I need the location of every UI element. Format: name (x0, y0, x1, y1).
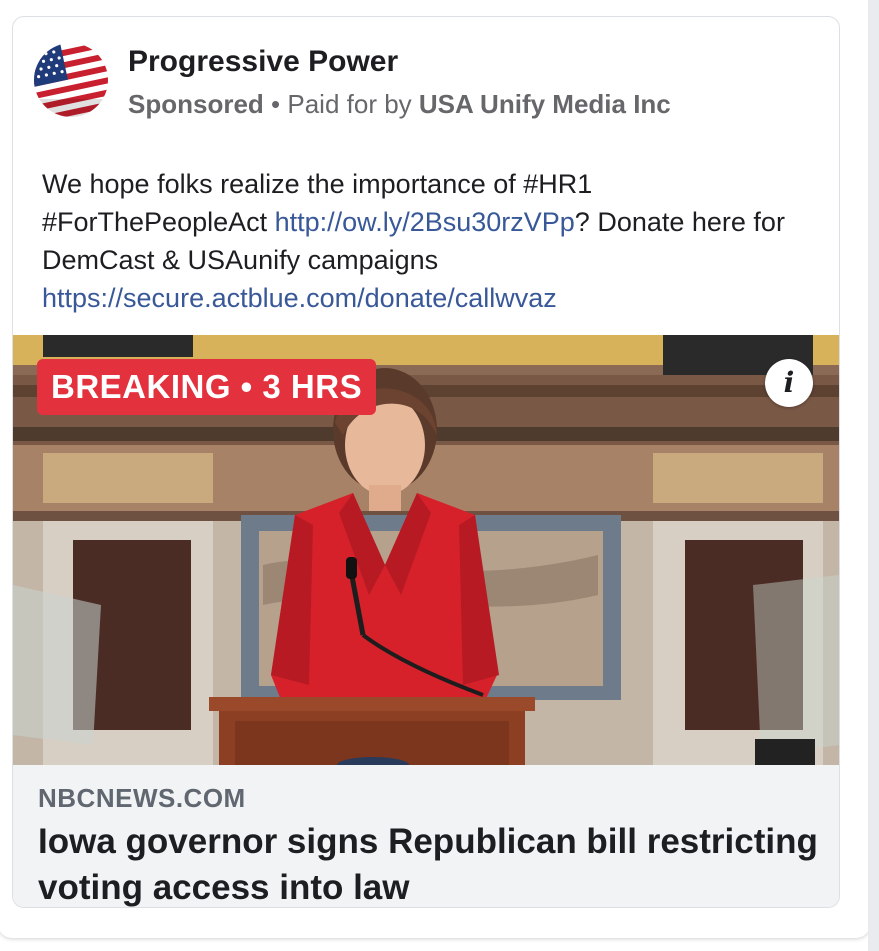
sponsored-post-card: Progressive Power Sponsored • Paid for b… (12, 16, 840, 908)
post-text: We hope folks realize the importance of … (42, 165, 822, 317)
post-meta: Sponsored • Paid for by USA Unify Media … (128, 89, 671, 120)
flag-avatar-icon[interactable] (34, 43, 108, 117)
link-preview[interactable]: NBCNEWS.COM Iowa governor signs Republic… (13, 765, 839, 907)
breaking-badge: BREAKING • 3 HRS (37, 359, 377, 415)
info-icon[interactable]: i (765, 359, 813, 407)
paid-for-prefix: Paid for by (287, 89, 412, 119)
sponsored-label[interactable]: Sponsored (128, 89, 264, 119)
donate-link[interactable]: https://secure.actblue.com/donate/callwv… (42, 283, 557, 313)
link-domain: NBCNEWS.COM (38, 783, 246, 813)
meta-separator: • (271, 89, 281, 119)
shortlink[interactable]: http://ow.ly/2Bsu30rzVPp (275, 207, 575, 237)
link-headline[interactable]: Iowa governor signs Republican bill rest… (38, 819, 818, 907)
paid-for-name[interactable]: USA Unify Media Inc (419, 89, 671, 119)
post-image[interactable]: BREAKING • 3 HRS i (13, 335, 839, 765)
scrollbar-track[interactable] (868, 0, 879, 951)
post-author-name[interactable]: Progressive Power (128, 45, 398, 79)
